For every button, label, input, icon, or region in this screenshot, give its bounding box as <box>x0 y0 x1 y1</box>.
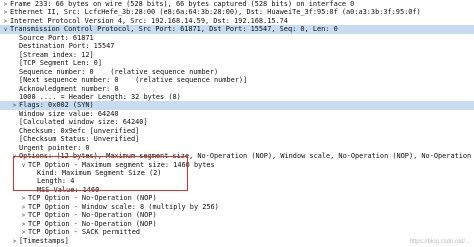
tree-row[interactable]: > [Timestamps] <box>0 237 474 246</box>
collapse-arrow-icon[interactable]: > <box>11 237 18 246</box>
packet-details-pane: > Frame 233: 66 bytes on wire (528 bits),… <box>0 0 474 247</box>
watermark: https://blog.csdn.net/... <box>409 239 470 245</box>
tree-row-label: [Timestamps] <box>19 236 69 245</box>
